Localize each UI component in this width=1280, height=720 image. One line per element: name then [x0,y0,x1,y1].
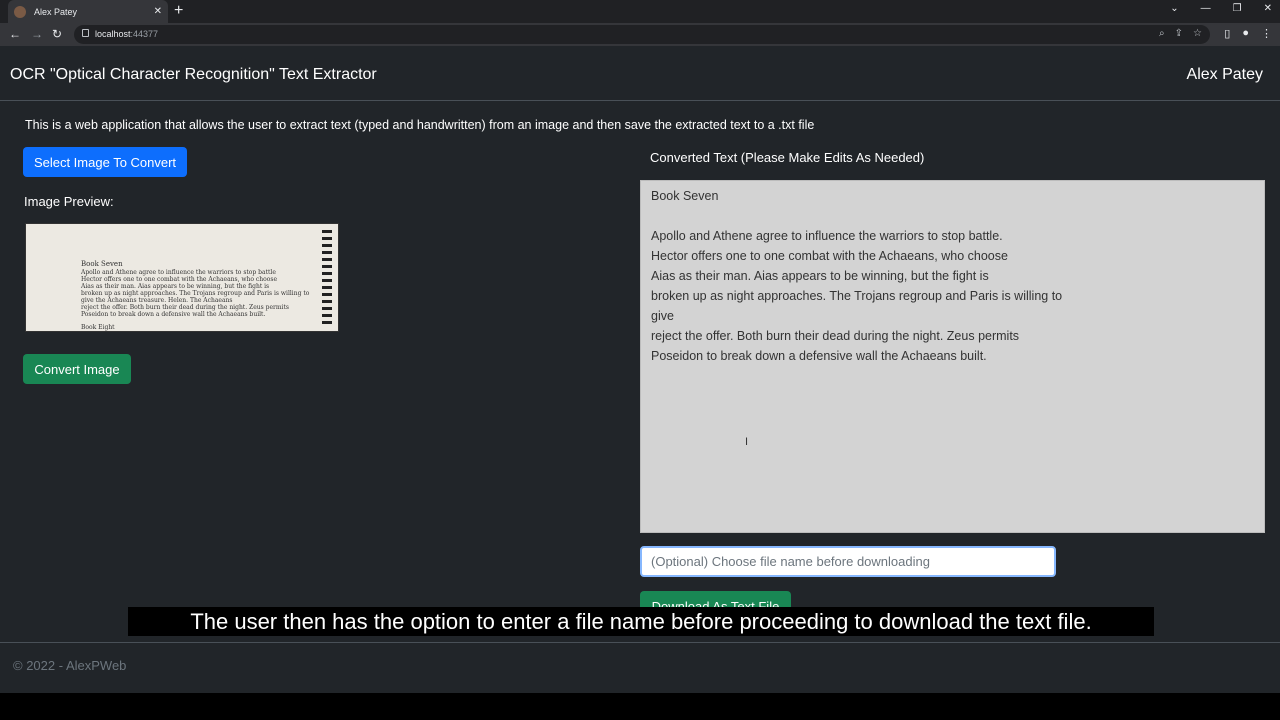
address-bar[interactable]: localhost:44377 ⌕ ⇪ ☆ [74,25,1210,44]
preview-line: Book Eight [81,324,115,331]
notebook-spiral [322,230,332,328]
preview-line: Aias as their man. Aias appears to be wi… [81,283,270,290]
forward-icon[interactable]: → [31,27,43,41]
select-image-button[interactable]: Select Image To Convert [23,147,187,177]
bookmark-star-icon[interactable]: ☆ [1193,28,1202,39]
preview-line: Apollo and Athene agree to influence the… [81,269,276,276]
back-icon[interactable]: ← [9,27,21,41]
new-tab-button[interactable]: + [174,2,183,20]
page: OCR "Optical Character Recognition" Text… [0,46,1280,693]
intro-text: This is a web application that allows th… [25,118,815,132]
footer-copyright: © 2022 - AlexPWeb [13,658,127,673]
brand-title[interactable]: OCR "Optical Character Recognition" Text… [10,66,377,84]
text-cursor-icon: I [745,436,749,448]
tab-search-icon[interactable]: ⌄ [1170,3,1178,14]
image-preview-label: Image Preview: [24,194,114,209]
converted-text-label: Converted Text (Please Make Edits As Nee… [650,150,925,165]
share-icon[interactable]: ⇪ [1175,28,1183,39]
file-name-input[interactable] [640,546,1056,577]
converted-text-area[interactable]: Book Seven Apollo and Athene agree to in… [640,180,1265,533]
close-tab-icon[interactable]: ✕ [154,6,162,17]
favicon-icon [14,5,26,18]
restore-icon[interactable]: ❐ [1233,3,1242,14]
preview-line: Hector offers one to one combat with the… [81,276,278,283]
preview-line: Book Seven [81,260,123,268]
letterbox-bar [0,693,1280,720]
tab-title: Alex Patey [34,6,78,17]
browser-tab[interactable]: Alex Patey ✕ [8,0,168,23]
video-caption: The user then has the option to enter a … [128,607,1154,636]
preview-line: Poseidon to break down a defensive wall … [81,311,266,318]
browser-toolbar: ← → ↻ localhost:44377 ⌕ ⇪ ☆ ▯ ● ⋮ [0,23,1280,46]
preview-line: reject the offer. Both burn their dead d… [81,304,289,311]
close-window-icon[interactable]: ✕ [1264,3,1272,14]
window-controls: ⌄ — ❐ ✕ [1170,3,1272,14]
footer: © 2022 - AlexPWeb [0,642,1280,693]
image-preview: Book Seven Apollo and Athene agree to in… [25,223,339,332]
profile-icon[interactable]: ● [1242,27,1249,40]
preview-line: broken up as night approaches. The Troja… [81,290,310,297]
zoom-icon[interactable]: ⌕ [1159,28,1165,39]
side-panel-icon[interactable]: ▯ [1224,27,1230,40]
minimize-icon[interactable]: — [1201,3,1211,14]
navbar: OCR "Optical Character Recognition" Text… [0,46,1280,101]
lock-icon [82,29,89,37]
url-text: localhost:44377 [95,29,159,39]
preview-line: give the Achaeans treasure. Helen. The A… [81,297,233,304]
menu-icon[interactable]: ⋮ [1261,27,1272,40]
convert-image-button[interactable]: Convert Image [23,354,131,384]
browser-tab-strip: Alex Patey ✕ + ⌄ — ❐ ✕ [0,0,1280,23]
reload-icon[interactable]: ↻ [52,27,62,41]
user-name: Alex Patey [1186,66,1263,83]
